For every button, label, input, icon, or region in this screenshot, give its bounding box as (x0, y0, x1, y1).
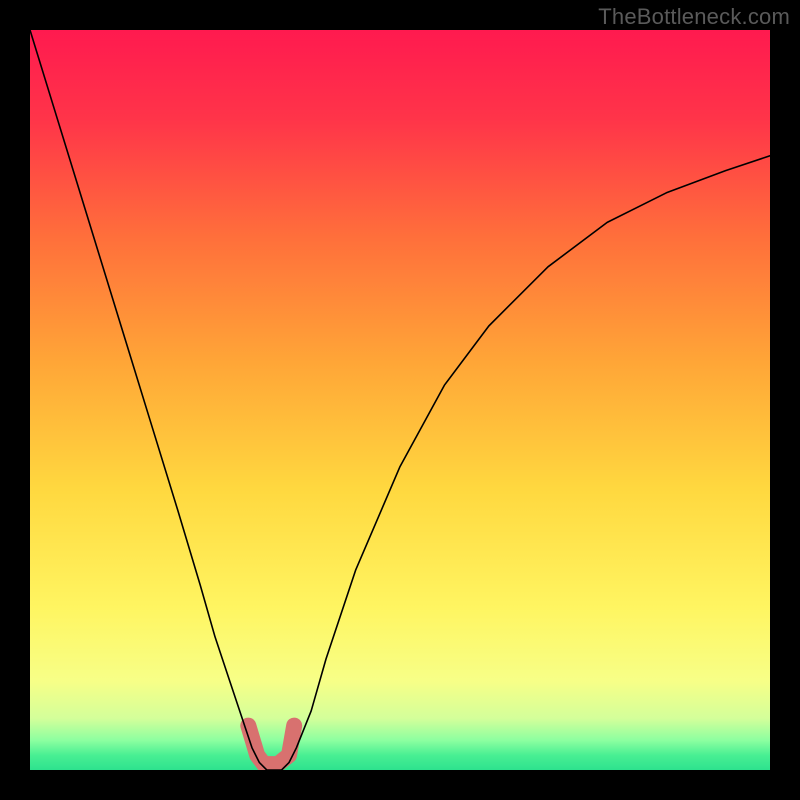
chart-frame: TheBottleneck.com (0, 0, 800, 800)
gradient-background (30, 30, 770, 770)
plot-area (30, 30, 770, 770)
watermark-text: TheBottleneck.com (598, 4, 790, 30)
bottleneck-chart (30, 30, 770, 770)
